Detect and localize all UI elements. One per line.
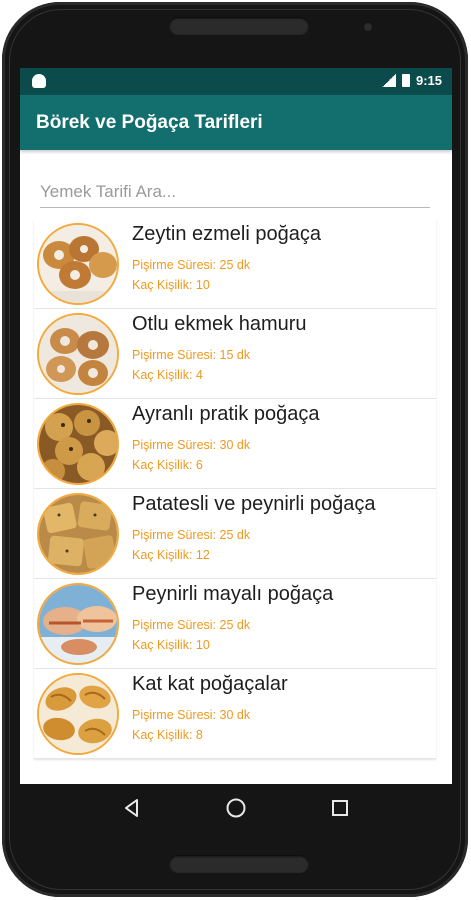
recipe-search-input[interactable] bbox=[40, 176, 430, 208]
top-speaker bbox=[169, 17, 309, 35]
recipe-cook-time: Pişirme Süresi: 15 dk bbox=[132, 348, 251, 362]
recipe-servings: Kaç Kişilik: 4 bbox=[132, 368, 203, 382]
recipe-title: Patatesli ve peynirli poğaça bbox=[132, 493, 376, 515]
recipe-list-item[interactable]: Kat kat poğaçalar Pişirme Süresi: 30 dk … bbox=[34, 669, 436, 759]
recipe-list-item[interactable]: Patatesli ve peynirli poğaça Pişirme Sür… bbox=[34, 489, 436, 579]
recipe-title: Peynirli mayalı poğaça bbox=[132, 583, 334, 605]
recipe-thumbnail bbox=[37, 673, 119, 755]
recipe-servings: Kaç Kişilik: 10 bbox=[132, 638, 210, 652]
status-time: 9:15 bbox=[415, 73, 442, 88]
home-circle-icon[interactable] bbox=[224, 796, 248, 820]
status-bar: 9:15 bbox=[20, 68, 452, 95]
app-title: Börek ve Poğaça Tarifleri bbox=[36, 111, 263, 133]
battery-icon bbox=[401, 74, 410, 87]
recipe-cook-time: Pişirme Süresi: 25 dk bbox=[132, 618, 251, 632]
system-nav-bar bbox=[20, 784, 452, 832]
recipe-list-item[interactable]: Otlu ekmek hamuru Pişirme Süresi: 15 dk … bbox=[34, 309, 436, 399]
recipe-servings: Kaç Kişilik: 8 bbox=[132, 728, 203, 742]
recipe-thumbnail bbox=[37, 493, 119, 575]
recipe-list-item[interactable]: Ayranlı pratik poğaça Pişirme Süresi: 30… bbox=[34, 399, 436, 489]
front-camera bbox=[364, 23, 372, 31]
app-bar: Börek ve Poğaça Tarifleri bbox=[20, 95, 452, 150]
recipe-list: Zeytin ezmeli poğaça Pişirme Süresi: 25 … bbox=[34, 219, 436, 759]
bottom-speaker bbox=[169, 855, 309, 873]
recipe-cook-time: Pişirme Süresi: 30 dk bbox=[132, 438, 251, 452]
recipe-thumbnail bbox=[37, 313, 119, 395]
recents-square-icon[interactable] bbox=[328, 796, 352, 820]
app-screen: 9:15 Börek ve Poğaça Tarifleri Yemek Tar… bbox=[20, 68, 452, 784]
back-triangle-icon[interactable] bbox=[120, 796, 144, 820]
recipe-cook-time: Pişirme Süresi: 25 dk bbox=[132, 528, 251, 542]
recipe-list-item[interactable]: Peynirli mayalı poğaça Pişirme Süresi: 2… bbox=[34, 579, 436, 669]
recipe-servings: Kaç Kişilik: 12 bbox=[132, 548, 210, 562]
android-notification-icon bbox=[32, 74, 46, 88]
recipe-title: Zeytin ezmeli poğaça bbox=[132, 223, 321, 245]
recipe-thumbnail bbox=[37, 223, 119, 305]
recipe-servings: Kaç Kişilik: 10 bbox=[132, 278, 210, 292]
recipe-list-item[interactable]: Zeytin ezmeli poğaça Pişirme Süresi: 25 … bbox=[34, 219, 436, 309]
recipe-servings: Kaç Kişilik: 6 bbox=[132, 458, 203, 472]
recipe-thumbnail bbox=[37, 403, 119, 485]
recipe-cook-time: Pişirme Süresi: 30 dk bbox=[132, 708, 251, 722]
recipe-title: Otlu ekmek hamuru bbox=[132, 313, 307, 335]
recipe-cook-time: Pişirme Süresi: 25 dk bbox=[132, 258, 251, 272]
recipe-title: Kat kat poğaçalar bbox=[132, 673, 288, 695]
recipe-title: Ayranlı pratik poğaça bbox=[132, 403, 320, 425]
recipe-thumbnail bbox=[37, 583, 119, 665]
signal-icon bbox=[381, 74, 396, 87]
